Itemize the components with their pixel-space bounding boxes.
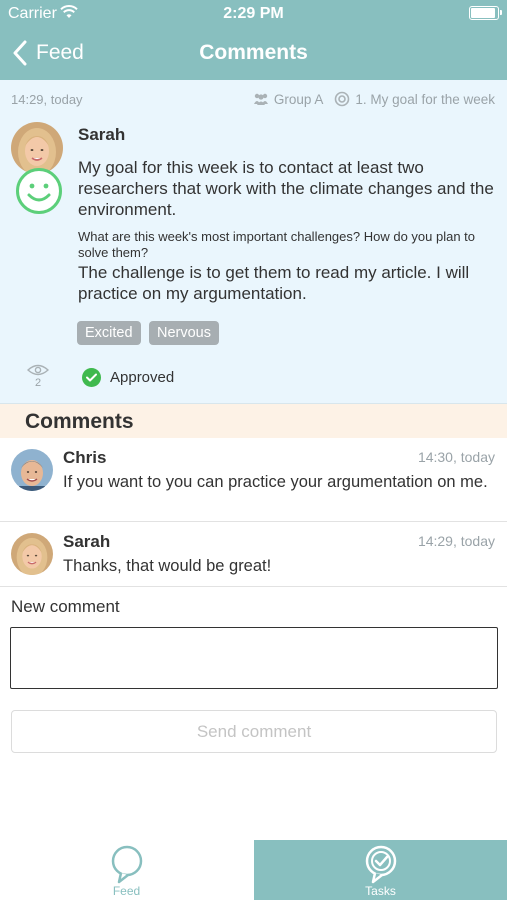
comments-section-header: Comments <box>0 404 507 438</box>
battery-icon <box>469 6 502 20</box>
new-comment-input[interactable] <box>10 627 498 689</box>
tab-feed[interactable]: Feed <box>0 840 253 900</box>
comment-item: Chris 14:30, today If you want to you ca… <box>0 438 507 522</box>
tasks-check-icon <box>365 845 396 884</box>
group-label: Group A <box>273 91 324 107</box>
checkmark-icon <box>82 368 101 387</box>
tag-nervous: Nervous <box>149 321 219 345</box>
tag-excited: Excited <box>77 321 141 345</box>
comment-text: If you want to you can practice your arg… <box>63 473 488 491</box>
post-question: What are this week's most important chal… <box>78 229 476 260</box>
eye-icon <box>27 364 49 376</box>
comment-author: Chris <box>63 448 107 467</box>
approval-label: Approved <box>110 369 175 386</box>
goal-reference: 1. My goal for the week <box>355 91 495 107</box>
post-goal-text: My goal for this week is to contact at l… <box>78 158 494 219</box>
status-time: 2:29 PM <box>223 5 284 22</box>
view-count-value: 2 <box>34 377 42 389</box>
post-author: Sarah <box>78 125 126 144</box>
post-answer: The challenge is to get them to read my … <box>78 263 470 303</box>
view-count: 2 <box>24 363 52 389</box>
new-comment-label: New comment <box>11 597 120 616</box>
app-header: Carrier 2:29 PM Feed Comments <box>0 0 507 80</box>
tab-bar: Feed Tasks <box>0 840 507 900</box>
comment-timestamp: 14:29, today <box>417 533 495 549</box>
comment-item: Sarah 14:29, today Thanks, that would be… <box>0 522 507 587</box>
feed-bubble-icon <box>111 845 142 884</box>
approval-status: Approved <box>82 368 174 387</box>
back-button[interactable]: Feed <box>12 36 84 70</box>
comment-author: Sarah <box>63 532 111 551</box>
nav-bar: Feed Comments <box>0 28 507 80</box>
tab-feed-label: Feed <box>112 884 141 898</box>
status-bar: Carrier 2:29 PM <box>0 0 507 28</box>
smiley-icon <box>16 168 62 214</box>
back-label: Feed <box>36 41 84 64</box>
post-card: 14:29, today Group A 1. My goal for the … <box>0 80 507 404</box>
tab-tasks[interactable]: Tasks <box>254 840 507 900</box>
send-comment-button[interactable]: Send comment <box>11 710 497 753</box>
goal-icon <box>335 91 350 107</box>
comments-title: Comments <box>25 410 134 433</box>
group-icon <box>253 93 268 105</box>
comment-text: Thanks, that would be great! <box>63 557 272 575</box>
comment-timestamp: 14:30, today <box>417 449 495 465</box>
avatar[interactable] <box>11 449 53 491</box>
post-timestamp: 14:29, today <box>11 92 83 107</box>
tab-tasks-label: Tasks <box>365 884 396 898</box>
post-meta: Group A 1. My goal for the week <box>253 91 495 107</box>
avatar[interactable] <box>11 533 53 575</box>
back-chevron-icon <box>13 40 27 66</box>
